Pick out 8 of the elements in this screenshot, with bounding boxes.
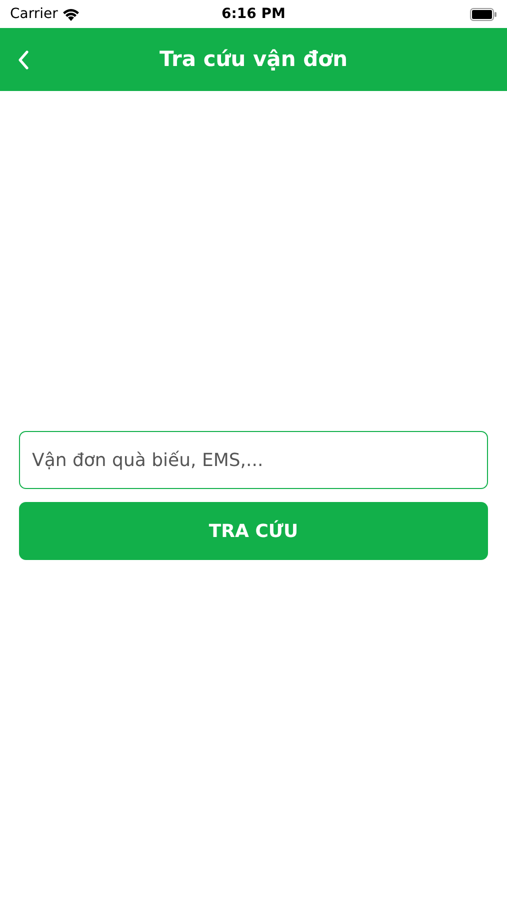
wifi-icon (62, 8, 80, 20)
page-title: Tra cứu vận đơn (159, 46, 348, 73)
tracking-number-field[interactable]: Vận đơn quà biếu, EMS,... (19, 431, 488, 489)
carrier-label: Carrier (10, 4, 58, 24)
back-chevron-icon[interactable] (17, 50, 29, 70)
battery-icon (470, 8, 497, 20)
lookup-button[interactable]: TRA CỨU (19, 502, 488, 560)
clock-time: 6:16 PM (222, 4, 286, 24)
